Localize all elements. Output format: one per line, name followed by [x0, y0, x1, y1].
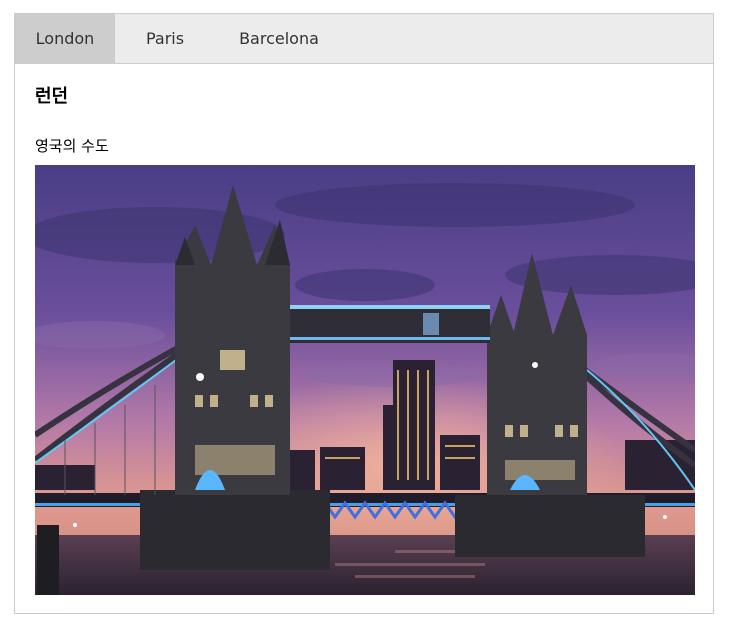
tab-london[interactable]: London: [15, 14, 115, 64]
city-title: 런던: [35, 86, 69, 107]
tower-bridge-image: [35, 165, 695, 595]
tab-bar: London Paris Barcelona: [15, 14, 713, 64]
tab-barcelona[interactable]: Barcelona: [215, 14, 343, 64]
city-caption: 영국의 수도: [35, 137, 109, 155]
tab-container: London Paris Barcelona 런던 영국의 수도: [14, 13, 714, 614]
tab-paris[interactable]: Paris: [115, 14, 215, 64]
